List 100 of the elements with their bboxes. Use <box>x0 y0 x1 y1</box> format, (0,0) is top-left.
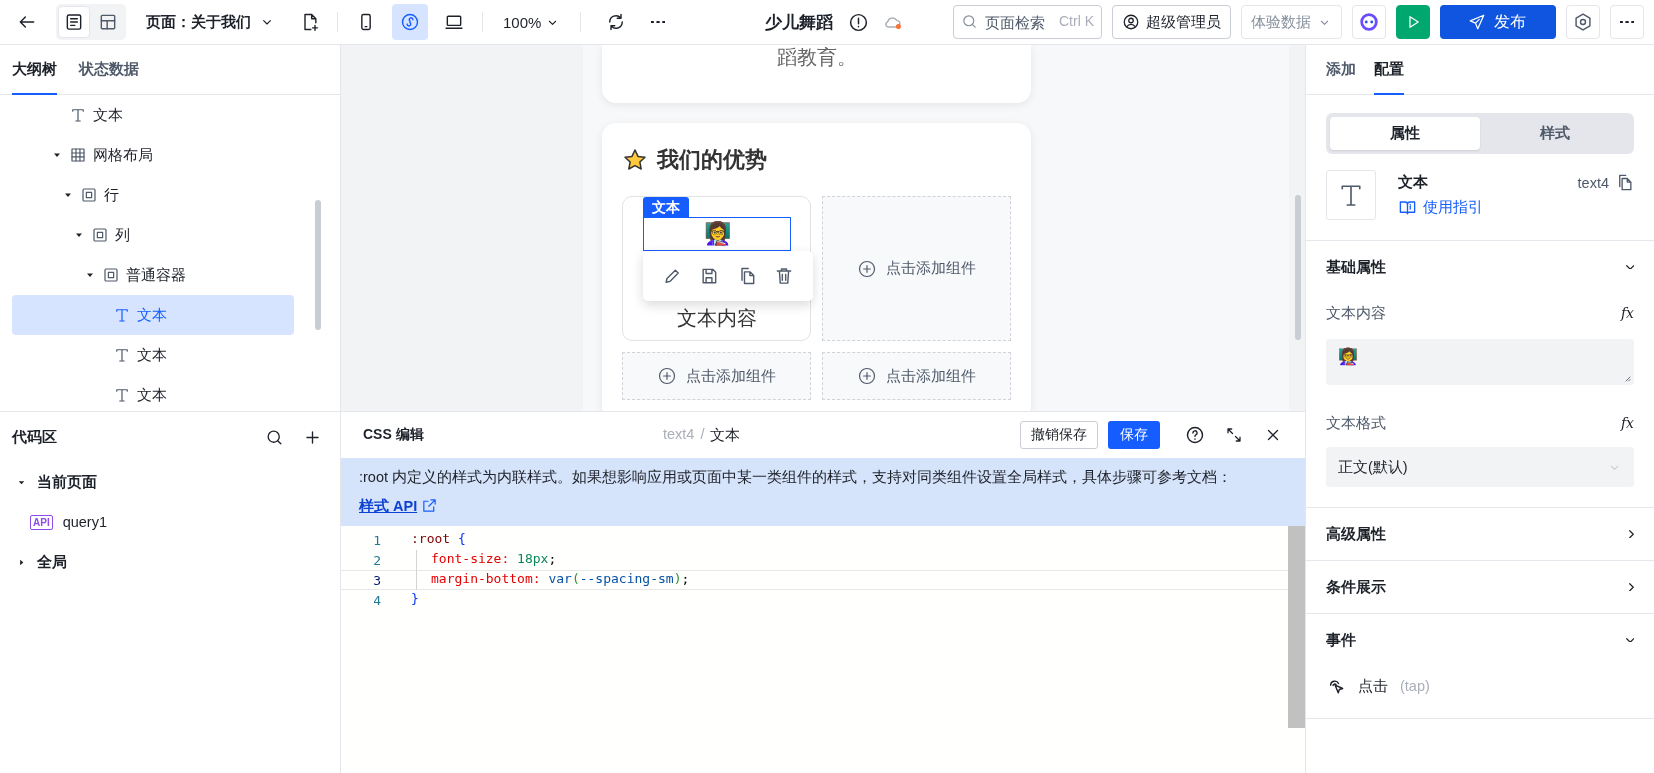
external-link-icon <box>421 497 439 514</box>
segment-tab[interactable]: 样式 <box>1480 117 1630 150</box>
line-number: 1 <box>372 532 381 548</box>
line-number: 2 <box>372 552 381 568</box>
tree-item[interactable]: 文本 <box>12 95 294 135</box>
component-tag: 文本 <box>643 197 689 217</box>
section-header[interactable]: 事件 <box>1306 614 1654 666</box>
breadcrumb-current: 文本 <box>710 425 741 445</box>
grid-icon <box>69 146 87 164</box>
tree-item[interactable]: 列 <box>12 215 294 255</box>
section-header[interactable]: 基础属性 <box>1306 241 1654 293</box>
add-component-slot[interactable]: 点击添加组件 <box>622 352 811 400</box>
tree-item[interactable]: 行 <box>12 175 294 215</box>
outline-view-button[interactable] <box>58 6 90 38</box>
usage-guide-link[interactable]: 使用指引 <box>1398 198 1556 217</box>
plus-circle-icon <box>657 366 677 386</box>
scrollbar[interactable] <box>1295 195 1301 340</box>
event-item[interactable]: 点击 (tap) <box>1306 666 1654 706</box>
line-number: 3 <box>372 572 381 588</box>
panel-tab[interactable]: 大纲树 <box>12 45 57 95</box>
document-icon <box>64 12 84 32</box>
text-type-icon <box>113 386 131 404</box>
field-label: 文本格式 <box>1326 413 1386 433</box>
formula-toggle[interactable]: fx <box>1620 305 1634 321</box>
section-header[interactable]: 高级属性 <box>1306 508 1654 560</box>
code-line: :root { <box>410 530 466 548</box>
help-icon <box>1185 425 1205 445</box>
revert-button[interactable]: 撤销保存 <box>1020 421 1098 449</box>
doc-link[interactable]: 样式 API <box>359 498 439 514</box>
scrollbar[interactable] <box>1288 526 1305 728</box>
plus-circle-icon <box>857 366 877 386</box>
code-tree-item[interactable]: 全局 <box>0 542 340 582</box>
panel-tab[interactable]: 添加 <box>1326 45 1356 95</box>
component-name: 文本 <box>1398 173 1429 192</box>
link-circle-icon <box>400 12 420 32</box>
text-type-icon <box>69 106 87 124</box>
segment-tab[interactable]: 属性 <box>1330 117 1480 150</box>
zoom-selector[interactable]: 100% <box>493 5 571 39</box>
settings-button[interactable] <box>1566 5 1600 39</box>
chevron-down-icon <box>1625 264 1634 270</box>
more-icon <box>1619 20 1635 24</box>
intro-text: 蹈教育。 <box>776 45 857 69</box>
assistant-button[interactable] <box>1352 5 1386 39</box>
container-icon <box>80 186 98 204</box>
text-type-icon <box>113 306 131 324</box>
tree-item[interactable]: 文本 <box>12 295 294 335</box>
search-icon <box>961 13 978 30</box>
add-component-slot[interactable]: 点击添加组件 <box>822 196 1011 341</box>
editor-title: CSS 编辑 <box>363 426 425 444</box>
field-label: 文本内容 <box>1326 303 1386 323</box>
send-icon <box>1468 13 1486 31</box>
component-id: text4 <box>1577 174 1609 191</box>
chevron-right-icon <box>1629 529 1634 539</box>
exclamation-circle-icon <box>847 11 869 33</box>
app-title: 少儿舞蹈 <box>765 11 834 34</box>
tree-item[interactable]: 网格布局 <box>12 135 294 175</box>
panel-tab[interactable]: 状态数据 <box>79 45 139 95</box>
settings-icon <box>1573 12 1593 32</box>
panel-tab[interactable]: 配置 <box>1374 45 1404 95</box>
text-format-select[interactable]: 正文(默认) <box>1326 447 1634 487</box>
monitor-icon <box>444 12 464 32</box>
text-content-field[interactable]: 👩‍🏫 <box>1326 339 1634 385</box>
robot-icon <box>1358 11 1380 33</box>
user-icon <box>1122 13 1140 31</box>
container-icon <box>91 226 109 244</box>
user-button[interactable]: 超级管理员 <box>1112 5 1231 39</box>
chevron-right-icon <box>1629 582 1634 592</box>
code-tree-item[interactable]: API query1 <box>0 502 340 542</box>
plus-circle-icon <box>857 258 877 279</box>
expand-icon <box>1225 426 1243 444</box>
container-icon <box>102 266 120 284</box>
code-line: margin-bottom: var(--spacing-sm); <box>431 570 690 588</box>
api-badge: API <box>30 514 53 530</box>
save-button[interactable]: 保存 <box>1108 421 1160 449</box>
star-icon <box>622 147 648 173</box>
more-icon <box>651 20 666 24</box>
add-component-slot[interactable]: 点击添加组件 <box>822 352 1011 400</box>
code-line: } <box>410 590 419 608</box>
emoji-text: 👩‍🏫 <box>703 221 731 247</box>
section-heading: 我们的优势 <box>657 146 767 174</box>
line-number: 4 <box>372 592 381 608</box>
layout-icon <box>98 12 118 32</box>
tree-item[interactable]: 普通容器 <box>12 255 294 295</box>
text-content: 文本内容 <box>676 306 758 331</box>
section-header[interactable]: 条件展示 <box>1306 561 1654 613</box>
info-notice: :root 内定义的样式为内联样式。如果想影响应用或页面中某一类组件的样式，支持对同类组件设置全局样式，具体步骤可参考文档： 样式 API <box>341 458 1305 526</box>
mini-program-preview-button[interactable] <box>392 4 428 40</box>
book-icon <box>1398 198 1417 217</box>
breadcrumb-separator: / <box>700 425 705 444</box>
page-selector[interactable]: 页面：关于我们 <box>146 12 275 32</box>
tree-item[interactable]: 文本 <box>12 375 294 411</box>
formula-toggle[interactable]: fx <box>1620 415 1634 431</box>
run-button[interactable] <box>1396 5 1430 39</box>
tree-item[interactable]: 文本 <box>12 335 294 375</box>
code-tree-item[interactable]: 当前页面 <box>0 462 340 502</box>
text-type-icon <box>113 346 131 364</box>
selected-text-component[interactable]: 👩‍🏫 <box>643 217 791 251</box>
publish-button[interactable]: 发布 <box>1440 5 1556 39</box>
code-area-title: 代码区 <box>12 427 58 447</box>
shortcut-hint: Ctrl K <box>1059 13 1094 29</box>
